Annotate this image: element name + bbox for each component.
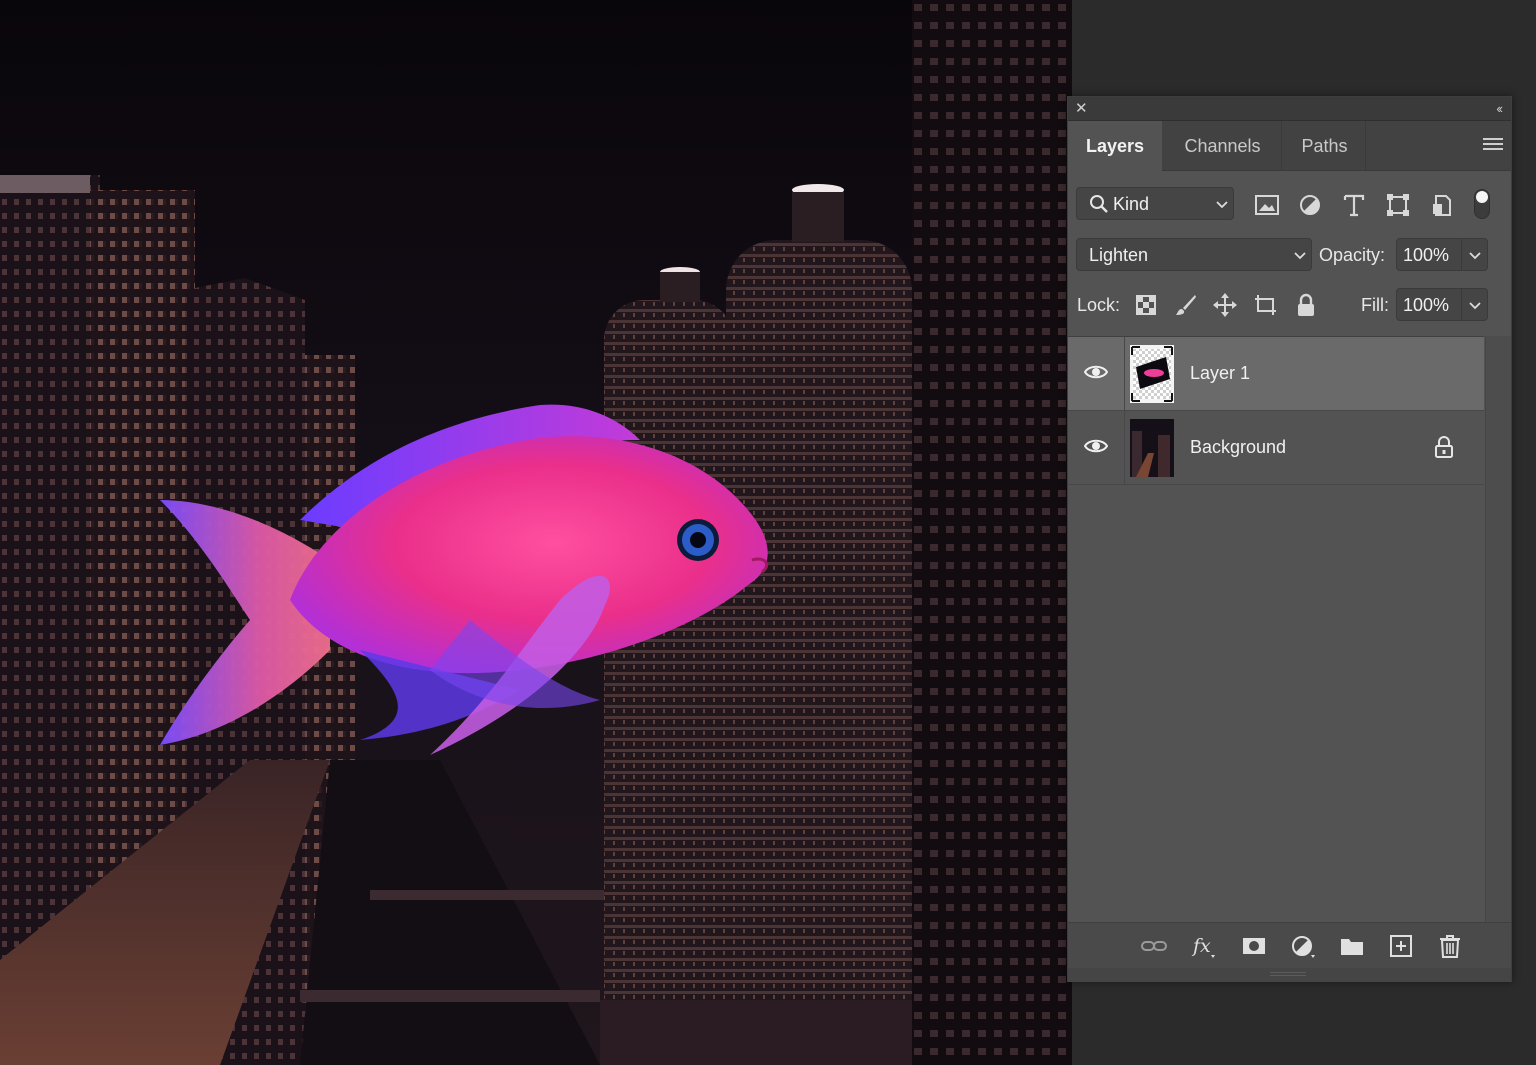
layers-bottom-toolbar: fx bbox=[1068, 922, 1511, 968]
opacity-label: Opacity: bbox=[1319, 245, 1386, 265]
filter-kind-select[interactable]: Kind bbox=[1076, 187, 1234, 220]
eye-visibility-icon[interactable] bbox=[1084, 363, 1108, 381]
layer-style-fx-icon[interactable]: fx bbox=[1189, 933, 1217, 959]
fill-label: Fill: bbox=[1361, 295, 1389, 315]
layer-lock-icon[interactable] bbox=[1433, 435, 1455, 459]
lock-image-pixels-icon[interactable] bbox=[1174, 293, 1198, 317]
lock-position-icon[interactable] bbox=[1213, 293, 1237, 317]
tab-channels[interactable]: Channels bbox=[1164, 121, 1282, 171]
blend-mode-select[interactable]: Lighten bbox=[1076, 238, 1312, 271]
layer-list: Layer 1 Background bbox=[1068, 336, 1484, 922]
fill-input[interactable]: 100% bbox=[1396, 288, 1488, 321]
type-filter-icon[interactable] bbox=[1341, 192, 1367, 218]
opacity-value: 100% bbox=[1403, 245, 1450, 265]
panel-resize-grip[interactable] bbox=[1068, 968, 1511, 982]
smart-object-filter-icon[interactable] bbox=[1429, 192, 1455, 218]
chevron-down-icon bbox=[1294, 252, 1306, 260]
new-layer-icon[interactable] bbox=[1387, 933, 1415, 959]
lock-label: Lock: bbox=[1077, 295, 1121, 315]
collapse-panel-button[interactable]: ‹‹ bbox=[1496, 100, 1503, 117]
filter-kind-label: Kind bbox=[1113, 194, 1150, 214]
layer-1-thumbnail bbox=[1130, 345, 1174, 403]
chevron-down-icon[interactable] bbox=[1468, 299, 1482, 313]
link-layers-icon[interactable] bbox=[1140, 933, 1168, 959]
shape-filter-icon[interactable] bbox=[1385, 192, 1411, 218]
adjustment-layer-icon[interactable] bbox=[1289, 933, 1317, 959]
hamburger-menu-icon[interactable] bbox=[1483, 138, 1503, 152]
chevron-down-icon[interactable] bbox=[1468, 249, 1482, 263]
layer-row-background[interactable]: Background bbox=[1068, 411, 1484, 485]
lock-transparent-pixels-icon[interactable] bbox=[1134, 293, 1158, 317]
lock-artboard-icon[interactable] bbox=[1253, 293, 1277, 317]
layer-name[interactable]: Background bbox=[1190, 437, 1286, 458]
layers-panel: ✕ ‹‹ Layers Channels Paths Kind Lighten … bbox=[1067, 96, 1512, 982]
opacity-input[interactable]: 100% bbox=[1396, 238, 1488, 271]
image-filter-icon[interactable] bbox=[1254, 192, 1280, 218]
layer-row-layer-1[interactable]: Layer 1 bbox=[1068, 337, 1484, 411]
background-thumbnail bbox=[1130, 419, 1174, 477]
close-panel-button[interactable]: ✕ bbox=[1075, 100, 1088, 117]
night-city-fish-artwork bbox=[0, 0, 1072, 1065]
new-group-folder-icon[interactable] bbox=[1338, 933, 1366, 959]
add-mask-icon[interactable] bbox=[1240, 933, 1268, 959]
tab-layers[interactable]: Layers bbox=[1068, 121, 1162, 171]
svg-text:fx: fx bbox=[1191, 935, 1211, 957]
panel-title-bar[interactable]: ✕ ‹‹ bbox=[1068, 97, 1511, 121]
document-canvas[interactable] bbox=[0, 0, 1072, 1065]
layer-list-scrollbar[interactable] bbox=[1485, 336, 1511, 922]
adjustment-filter-icon[interactable] bbox=[1297, 192, 1323, 218]
lock-all-icon[interactable] bbox=[1294, 293, 1318, 317]
delete-layer-icon[interactable] bbox=[1436, 933, 1464, 959]
tab-paths[interactable]: Paths bbox=[1284, 121, 1366, 171]
blend-mode-value: Lighten bbox=[1089, 245, 1149, 265]
chevron-down-icon bbox=[1216, 201, 1228, 209]
panel-tabs: Layers Channels Paths bbox=[1068, 121, 1511, 171]
filter-toggle-switch[interactable] bbox=[1474, 189, 1490, 219]
eye-visibility-icon[interactable] bbox=[1084, 437, 1108, 455]
search-icon bbox=[1090, 195, 1108, 213]
layer-name[interactable]: Layer 1 bbox=[1190, 363, 1250, 384]
fill-value: 100% bbox=[1403, 295, 1450, 315]
